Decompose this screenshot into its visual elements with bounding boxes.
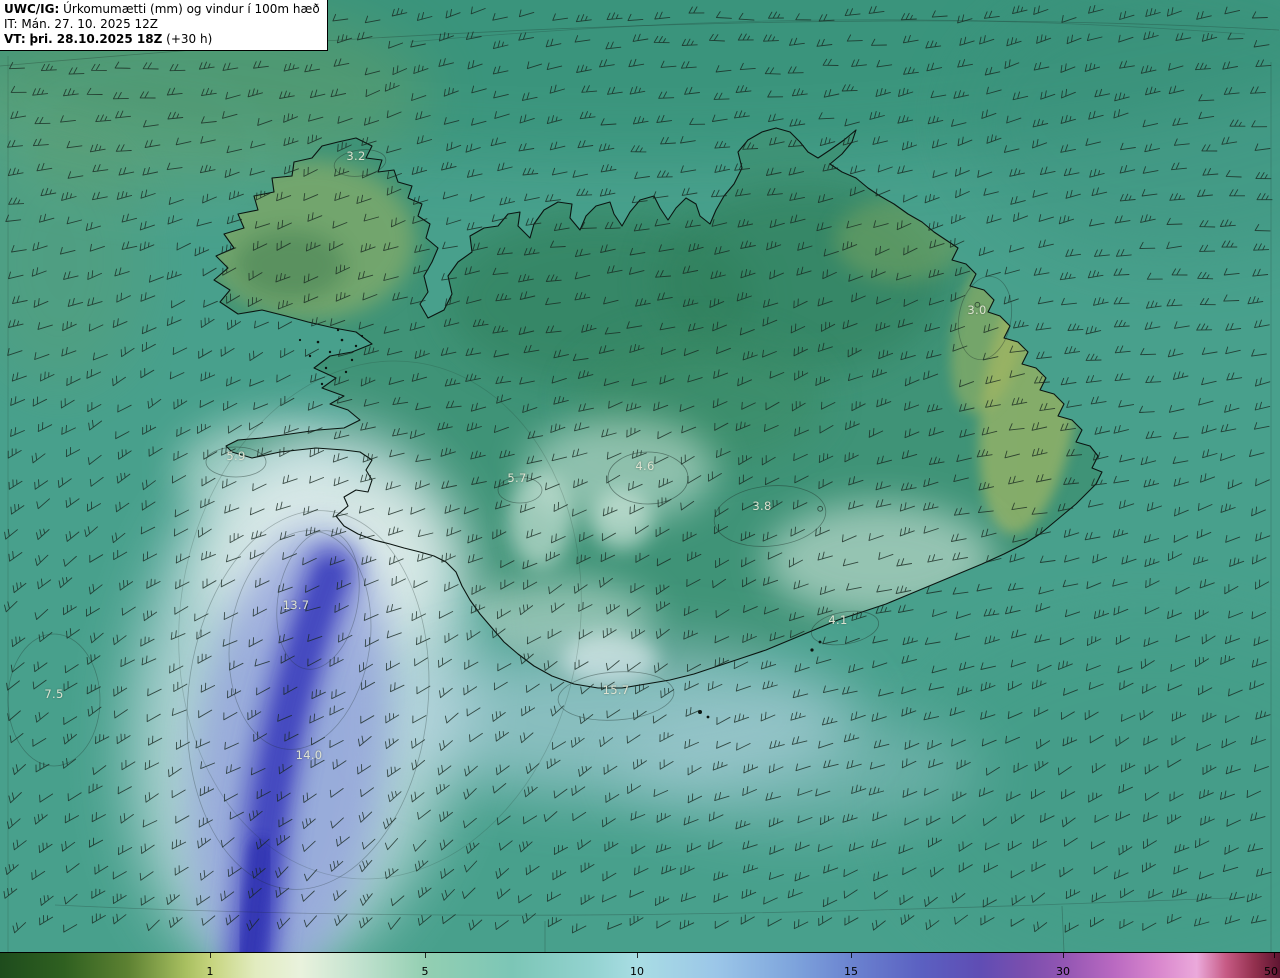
- weather-map-app: 3.2 3.0 5.9 4.6 5.7 3.8 13.7 4.1 7.5 15.7 14.0 UWC…: [0, 0, 1280, 978]
- init-time-value: Mán. 27. 10. 2025 12Z: [21, 17, 159, 31]
- valid-time-row: VT: þri. 28.10.2025 18Z (+30 h): [4, 32, 320, 47]
- valid-time-offset: (+30 h): [166, 32, 213, 46]
- colorbar-tick-label: 1: [206, 965, 214, 978]
- colorbar-tick-label: 10: [630, 965, 644, 978]
- map-title-box: UWC/IG: Úrkomumætti (mm) og vindur í 100…: [0, 0, 328, 51]
- colorbar-tick-mark: [1063, 953, 1064, 958]
- colorbar-tick-label: 15: [844, 965, 858, 978]
- weather-map: [0, 0, 1280, 952]
- product-title: Úrkomumætti (mm) og vindur í 100m hæð: [63, 2, 320, 16]
- valid-time-value: þri. 28.10.2025 18Z: [29, 32, 163, 46]
- colorbar-tick-label: 50: [1264, 965, 1278, 978]
- colorbar-tick-mark: [425, 953, 426, 958]
- colorbar-tick-label: 5: [421, 965, 429, 978]
- colorbar-tick-mark: [851, 953, 852, 958]
- valid-time-label: VT:: [4, 32, 26, 46]
- colorbar-tick-mark: [210, 953, 211, 958]
- init-time-row: IT: Mán. 27. 10. 2025 12Z: [4, 17, 320, 32]
- colorbar-tick-label: 30: [1056, 965, 1070, 978]
- colorbar-tick-mark: [1274, 953, 1275, 958]
- init-time-label: IT:: [4, 17, 18, 31]
- precipitation-colorbar: 1 5 10 15 30 50: [0, 952, 1280, 978]
- product-id: UWC/IG:: [4, 2, 60, 16]
- map-title-row: UWC/IG: Úrkomumætti (mm) og vindur í 100…: [4, 2, 320, 17]
- colorbar-tick-mark: [637, 953, 638, 958]
- colorbar-ticks: 1 5 10 15 30 50: [0, 953, 1280, 978]
